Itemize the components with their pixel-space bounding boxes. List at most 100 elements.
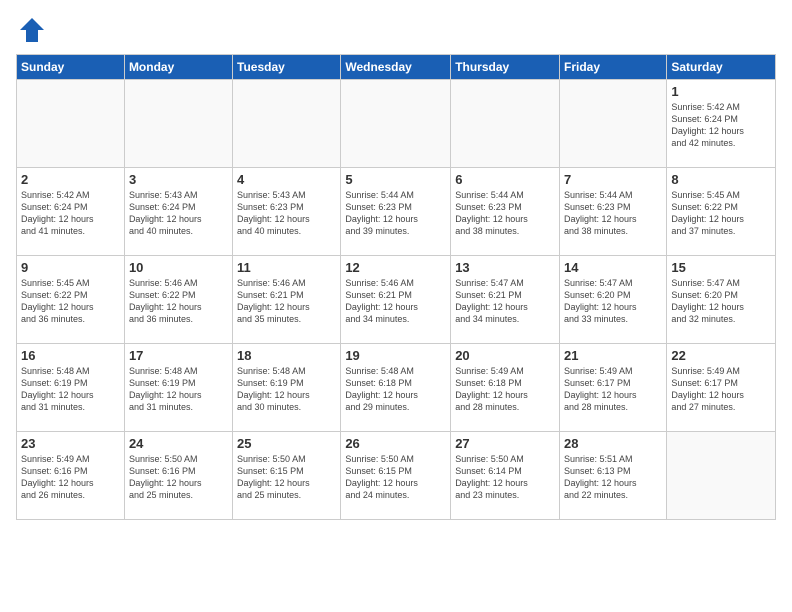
calendar-cell: 20 Sunrise: 5:49 AM Sunset: 6:18 PM Dayli…	[451, 344, 560, 432]
cell-info: Sunrise: 5:42 AM Sunset: 6:24 PM Dayligh…	[671, 101, 771, 150]
day-number: 6	[455, 172, 555, 187]
logo	[16, 16, 46, 44]
day-number: 14	[564, 260, 662, 275]
cell-info: Sunrise: 5:51 AM Sunset: 6:13 PM Dayligh…	[564, 453, 662, 502]
calendar-cell: 12Sunrise: 5:46 AM Sunset: 6:21 PM Dayli…	[341, 256, 451, 344]
cell-info: Sunrise: 5:43 AM Sunset: 6:24 PM Dayligh…	[129, 189, 228, 238]
day-number: 3	[129, 172, 228, 187]
cell-info: Sunrise: 5:49 AM Sunset: 6:16 PM Dayligh…	[21, 453, 120, 502]
day-number: 4	[237, 172, 336, 187]
cell-info: Sunrise: 5:50 AM Sunset: 6:15 PM Dayligh…	[237, 453, 336, 502]
calendar-cell	[667, 432, 776, 520]
cell-info: Sunrise: 5:47 AM Sunset: 6:20 PM Dayligh…	[671, 277, 771, 326]
calendar-cell: 4 Sunrise: 5:43 AM Sunset: 6:23 PM Daylig…	[233, 168, 341, 256]
calendar-cell: 5 Sunrise: 5:44 AM Sunset: 6:23 PM Daylig…	[341, 168, 451, 256]
day-number: 15	[671, 260, 771, 275]
cell-info: Sunrise: 5:42 AM Sunset: 6:24 PM Dayligh…	[21, 189, 120, 238]
day-number: 17	[129, 348, 228, 363]
calendar-table: SundayMondayTuesdayWednesdayThursdayFrid…	[16, 54, 776, 520]
calendar-cell: 6 Sunrise: 5:44 AM Sunset: 6:23 PM Daylig…	[451, 168, 560, 256]
cell-info: Sunrise: 5:45 AM Sunset: 6:22 PM Dayligh…	[671, 189, 771, 238]
calendar-cell	[451, 80, 560, 168]
day-number: 27	[455, 436, 555, 451]
day-number: 24	[129, 436, 228, 451]
day-number: 5	[345, 172, 446, 187]
calendar-cell	[233, 80, 341, 168]
day-number: 8	[671, 172, 771, 187]
calendar-cell: 25 Sunrise: 5:50 AM Sunset: 6:15 PM Dayli…	[233, 432, 341, 520]
cell-info: Sunrise: 5:44 AM Sunset: 6:23 PM Dayligh…	[345, 189, 446, 238]
cell-info: Sunrise: 5:43 AM Sunset: 6:23 PM Dayligh…	[237, 189, 336, 238]
weekday-header-saturday: Saturday	[667, 55, 776, 80]
day-number: 19	[345, 348, 446, 363]
day-number: 20	[455, 348, 555, 363]
day-number: 7	[564, 172, 662, 187]
day-number: 13	[455, 260, 555, 275]
calendar-cell: 10 Sunrise: 5:46 AM Sunset: 6:22 PM Dayli…	[124, 256, 232, 344]
cell-info: Sunrise: 5:47 AM Sunset: 6:20 PM Dayligh…	[564, 277, 662, 326]
weekday-header-friday: Friday	[560, 55, 667, 80]
cell-info: Sunrise: 5:49 AM Sunset: 6:18 PM Dayligh…	[455, 365, 555, 414]
calendar-cell: 17 Sunrise: 5:48 AM Sunset: 6:19 PM Dayli…	[124, 344, 232, 432]
cell-info: Sunrise: 5:50 AM Sunset: 6:16 PM Dayligh…	[129, 453, 228, 502]
day-number: 18	[237, 348, 336, 363]
day-number: 1	[671, 84, 771, 99]
cell-info: Sunrise: 5:49 AM Sunset: 6:17 PM Dayligh…	[671, 365, 771, 414]
calendar-cell: 8 Sunrise: 5:45 AM Sunset: 6:22 PM Daylig…	[667, 168, 776, 256]
calendar-cell: 22 Sunrise: 5:49 AM Sunset: 6:17 PM Dayli…	[667, 344, 776, 432]
calendar-cell: 3 Sunrise: 5:43 AM Sunset: 6:24 PM Daylig…	[124, 168, 232, 256]
weekday-header-row: SundayMondayTuesdayWednesdayThursdayFrid…	[17, 55, 776, 80]
weekday-header-wednesday: Wednesday	[341, 55, 451, 80]
day-number: 12	[345, 260, 446, 275]
calendar-cell: 18 Sunrise: 5:48 AM Sunset: 6:19 PM Dayli…	[233, 344, 341, 432]
day-number: 26	[345, 436, 446, 451]
day-number: 2	[21, 172, 120, 187]
cell-info: Sunrise: 5:44 AM Sunset: 6:23 PM Dayligh…	[564, 189, 662, 238]
calendar-cell: 7 Sunrise: 5:44 AM Sunset: 6:23 PM Daylig…	[560, 168, 667, 256]
cell-info: Sunrise: 5:48 AM Sunset: 6:19 PM Dayligh…	[237, 365, 336, 414]
calendar-cell	[560, 80, 667, 168]
cell-info: Sunrise: 5:49 AM Sunset: 6:17 PM Dayligh…	[564, 365, 662, 414]
cell-info: Sunrise: 5:50 AM Sunset: 6:14 PM Dayligh…	[455, 453, 555, 502]
cell-info: Sunrise: 5:46 AM Sunset: 6:22 PM Dayligh…	[129, 277, 228, 326]
calendar-cell: 28 Sunrise: 5:51 AM Sunset: 6:13 PM Dayli…	[560, 432, 667, 520]
page: SundayMondayTuesdayWednesdayThursdayFrid…	[0, 0, 792, 536]
calendar-cell: 26Sunrise: 5:50 AM Sunset: 6:15 PM Dayli…	[341, 432, 451, 520]
week-row-1: 1 Sunrise: 5:42 AM Sunset: 6:24 PM Daylig…	[17, 80, 776, 168]
day-number: 16	[21, 348, 120, 363]
cell-info: Sunrise: 5:48 AM Sunset: 6:19 PM Dayligh…	[21, 365, 120, 414]
day-number: 21	[564, 348, 662, 363]
weekday-header-tuesday: Tuesday	[233, 55, 341, 80]
cell-info: Sunrise: 5:48 AM Sunset: 6:19 PM Dayligh…	[129, 365, 228, 414]
day-number: 9	[21, 260, 120, 275]
week-row-5: 23 Sunrise: 5:49 AM Sunset: 6:16 PM Dayli…	[17, 432, 776, 520]
week-row-4: 16 Sunrise: 5:48 AM Sunset: 6:19 PM Dayli…	[17, 344, 776, 432]
day-number: 10	[129, 260, 228, 275]
week-row-3: 9Sunrise: 5:45 AM Sunset: 6:22 PM Daylig…	[17, 256, 776, 344]
day-number: 23	[21, 436, 120, 451]
calendar-cell: 14 Sunrise: 5:47 AM Sunset: 6:20 PM Dayli…	[560, 256, 667, 344]
calendar-cell: 13Sunrise: 5:47 AM Sunset: 6:21 PM Dayli…	[451, 256, 560, 344]
day-number: 22	[671, 348, 771, 363]
calendar-cell: 24 Sunrise: 5:50 AM Sunset: 6:16 PM Dayli…	[124, 432, 232, 520]
calendar-cell	[341, 80, 451, 168]
day-number: 28	[564, 436, 662, 451]
cell-info: Sunrise: 5:48 AM Sunset: 6:18 PM Dayligh…	[345, 365, 446, 414]
day-number: 11	[237, 260, 336, 275]
weekday-header-sunday: Sunday	[17, 55, 125, 80]
cell-info: Sunrise: 5:46 AM Sunset: 6:21 PM Dayligh…	[237, 277, 336, 326]
calendar-cell	[17, 80, 125, 168]
calendar-cell: 23 Sunrise: 5:49 AM Sunset: 6:16 PM Dayli…	[17, 432, 125, 520]
calendar-cell: 1 Sunrise: 5:42 AM Sunset: 6:24 PM Daylig…	[667, 80, 776, 168]
calendar-cell: 9Sunrise: 5:45 AM Sunset: 6:22 PM Daylig…	[17, 256, 125, 344]
calendar-cell: 27 Sunrise: 5:50 AM Sunset: 6:14 PM Dayli…	[451, 432, 560, 520]
calendar-cell: 21 Sunrise: 5:49 AM Sunset: 6:17 PM Dayli…	[560, 344, 667, 432]
logo-icon	[18, 16, 46, 44]
day-number: 25	[237, 436, 336, 451]
calendar-cell: 15 Sunrise: 5:47 AM Sunset: 6:20 PM Dayli…	[667, 256, 776, 344]
calendar-cell: 16 Sunrise: 5:48 AM Sunset: 6:19 PM Dayli…	[17, 344, 125, 432]
cell-info: Sunrise: 5:44 AM Sunset: 6:23 PM Dayligh…	[455, 189, 555, 238]
calendar-cell	[124, 80, 232, 168]
calendar-cell: 19 Sunrise: 5:48 AM Sunset: 6:18 PM Dayli…	[341, 344, 451, 432]
weekday-header-monday: Monday	[124, 55, 232, 80]
